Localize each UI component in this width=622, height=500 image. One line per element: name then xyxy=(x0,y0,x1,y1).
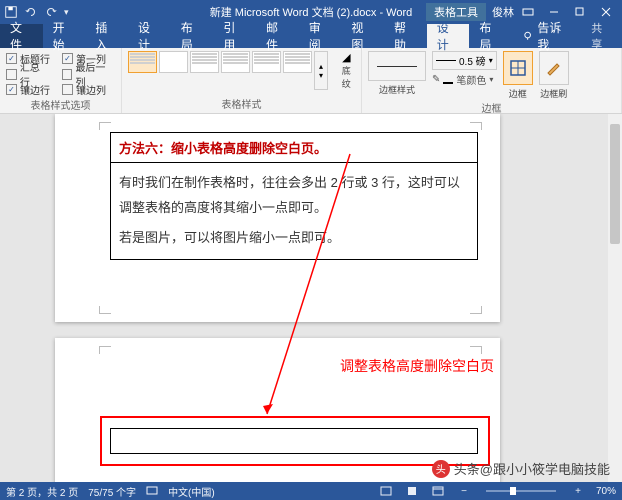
view-web-icon[interactable] xyxy=(430,484,446,498)
tab-insert[interactable]: 插入 xyxy=(85,24,128,48)
tab-file[interactable]: 文件 xyxy=(0,24,43,48)
group-label: 表格样式 xyxy=(128,96,355,112)
status-words[interactable]: 75/75 个字 xyxy=(88,484,136,499)
group-borders: 边框样式 0.5 磅▾ ✎笔颜色▾ 边框 边框刷 边框 xyxy=(362,48,622,113)
table-style-4[interactable] xyxy=(221,51,250,73)
zoom-out-icon[interactable]: − xyxy=(456,484,472,498)
bulb-icon xyxy=(522,30,533,42)
checkbox-header-row[interactable] xyxy=(6,53,17,64)
zoom-in-icon[interactable]: + xyxy=(570,484,586,498)
view-print-icon[interactable] xyxy=(404,484,420,498)
group-label: 表格样式选项 xyxy=(6,97,115,113)
undo-icon[interactable] xyxy=(24,5,38,19)
status-spelling-icon[interactable] xyxy=(146,486,158,496)
zoom-slider[interactable] xyxy=(486,490,556,492)
tab-design[interactable]: 设计 xyxy=(128,24,171,48)
tab-table-design[interactable]: 设计 xyxy=(427,24,470,48)
zoom-level[interactable]: 70% xyxy=(596,486,616,497)
tab-help[interactable]: 帮助 xyxy=(384,24,427,48)
pen-icon: ✎ xyxy=(432,74,440,85)
tab-view[interactable]: 视图 xyxy=(341,24,384,48)
tab-table-layout[interactable]: 布局 xyxy=(469,24,512,48)
document-title: 新建 Microsoft Word 文档 (2).docx - Word xyxy=(210,7,413,19)
share-button[interactable]: 共享 xyxy=(581,24,622,48)
maximize-icon[interactable] xyxy=(568,2,592,22)
border-painter-button[interactable] xyxy=(539,51,569,85)
redo-icon[interactable] xyxy=(44,5,58,19)
tab-layout[interactable]: 布局 xyxy=(171,24,214,48)
table-body-cell[interactable]: 有时我们在制作表格时，往往会多出 2 行或 3 行，这时可以调整表格的高度将其缩… xyxy=(111,163,477,259)
view-read-icon[interactable] xyxy=(378,484,394,498)
group-table-styles: ▴▾ ◢ 底纹 表格样式 xyxy=(122,48,362,113)
qat-more-icon[interactable]: ▾ xyxy=(64,7,69,18)
checkbox-total-row[interactable] xyxy=(6,69,17,80)
table-style-5[interactable] xyxy=(252,51,281,73)
bucket-icon: ◢ xyxy=(338,51,355,64)
close-icon[interactable] xyxy=(594,2,618,22)
checkbox-first-col[interactable] xyxy=(62,53,73,64)
tab-mailings[interactable]: 邮件 xyxy=(256,24,299,48)
status-bar: 第 2 页，共 2 页 75/75 个字 中文(中国) − + 70% xyxy=(0,482,622,500)
ribbon-tabs: 文件 开始 插入 设计 布局 引用 邮件 审阅 视图 帮助 设计 布局 告诉我 … xyxy=(0,24,622,48)
tell-me[interactable]: 告诉我 xyxy=(512,24,581,48)
save-icon[interactable] xyxy=(4,5,18,19)
status-page[interactable]: 第 2 页，共 2 页 xyxy=(6,484,78,499)
tab-references[interactable]: 引用 xyxy=(213,24,256,48)
user-name[interactable]: 俊林 xyxy=(492,4,514,20)
table-header-cell[interactable]: 方法六：缩小表格高度删除空白页。 xyxy=(111,133,477,163)
vertical-scrollbar[interactable] xyxy=(608,114,622,482)
borders-button[interactable] xyxy=(503,51,533,85)
group-table-style-options: 标题行第一列 汇总行最后一列 镶边行镶边列 表格样式选项 xyxy=(0,48,122,113)
document-canvas[interactable]: 方法六：缩小表格高度删除空白页。 有时我们在制作表格时，往往会多出 2 行或 3… xyxy=(0,114,622,482)
empty-table-row[interactable] xyxy=(110,428,478,454)
table-style-1[interactable] xyxy=(128,51,157,73)
border-weight-dropdown[interactable]: 0.5 磅▾ xyxy=(432,51,497,70)
content-table[interactable]: 方法六：缩小表格高度删除空白页。 有时我们在制作表格时，往往会多出 2 行或 3… xyxy=(110,132,478,260)
scrollbar-thumb[interactable] xyxy=(610,124,620,244)
annotation-text: 调整表格高度删除空白页 xyxy=(340,356,494,376)
border-style-dropdown[interactable] xyxy=(368,51,426,81)
shading-button[interactable]: ◢ 底纹 xyxy=(338,51,355,90)
checkbox-banded-col[interactable] xyxy=(62,84,73,95)
table-styles-more[interactable]: ▴▾ xyxy=(314,51,328,90)
table-style-6[interactable] xyxy=(283,51,312,73)
tab-review[interactable]: 审阅 xyxy=(299,24,342,48)
page-1: 方法六：缩小表格高度删除空白页。 有时我们在制作表格时，往往会多出 2 行或 3… xyxy=(55,114,500,322)
tab-home[interactable]: 开始 xyxy=(43,24,86,48)
checkbox-last-col[interactable] xyxy=(62,69,73,80)
checkbox-banded-row[interactable] xyxy=(6,84,17,95)
status-language[interactable]: 中文(中国) xyxy=(168,484,215,499)
table-style-2[interactable] xyxy=(159,51,188,73)
pen-color-dropdown[interactable]: ✎笔颜色▾ xyxy=(432,72,497,87)
ribbon: 标题行第一列 汇总行最后一列 镶边行镶边列 表格样式选项 ▴▾ ◢ 底纹 表格样… xyxy=(0,48,622,114)
table-style-3[interactable] xyxy=(190,51,219,73)
